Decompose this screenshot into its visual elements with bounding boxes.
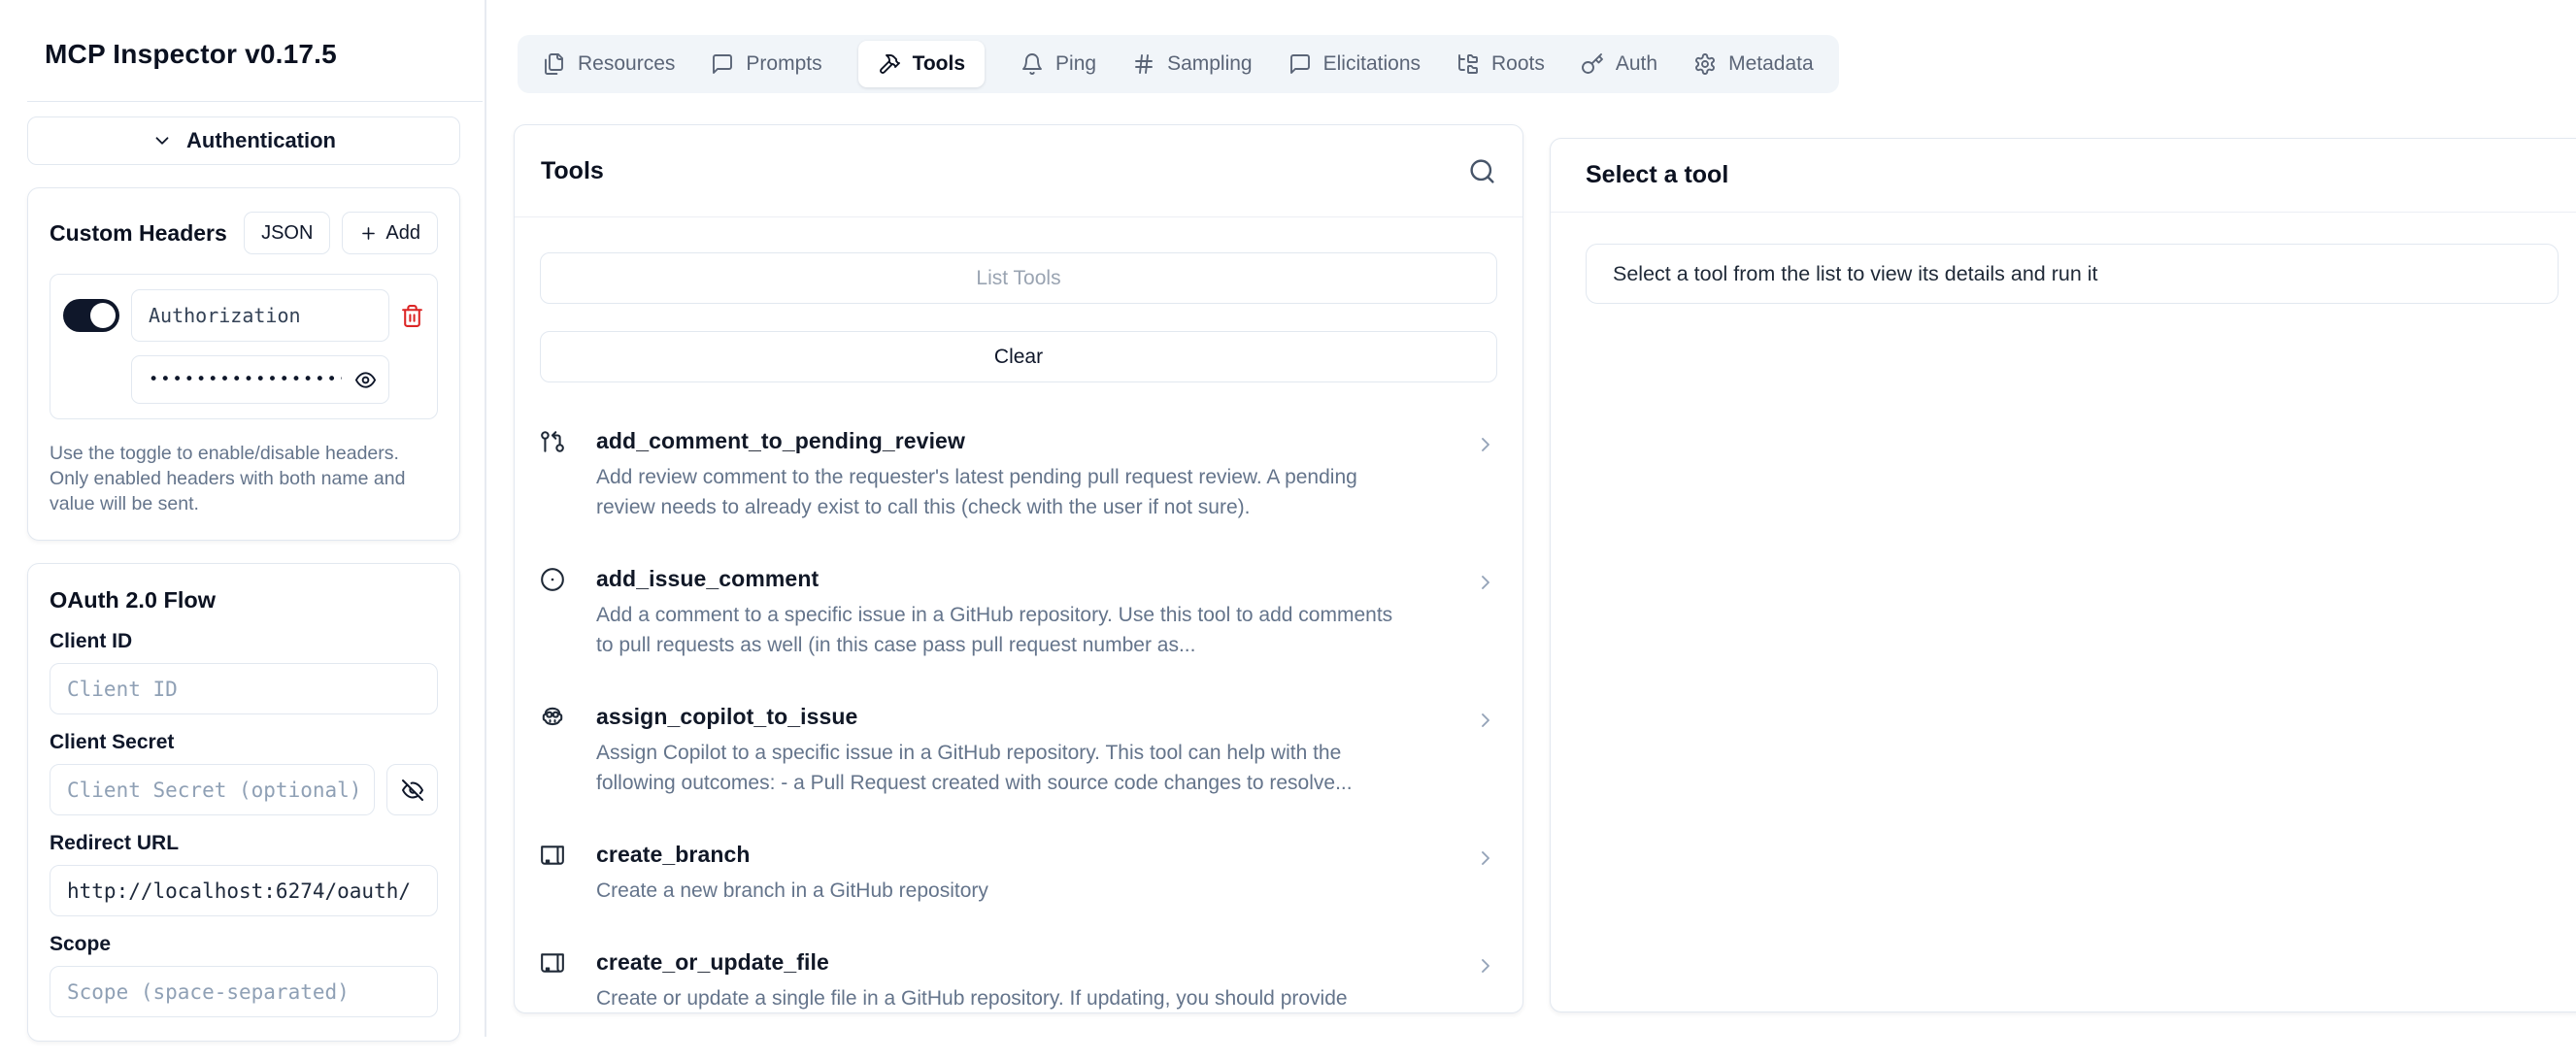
add-header-button[interactable]: Add: [342, 212, 438, 254]
tab-label: Elicitations: [1323, 52, 1421, 76]
chevron-right-icon: [1474, 954, 1497, 978]
tab-label: Metadata: [1728, 52, 1814, 76]
tab-label: Tools: [913, 52, 965, 76]
tab-metadata[interactable]: Metadata: [1693, 41, 1814, 87]
redirect-url-input[interactable]: [50, 865, 438, 916]
tab-tools[interactable]: Tools: [858, 41, 985, 87]
tab-auth[interactable]: Auth: [1581, 41, 1657, 87]
book-icon: [540, 843, 565, 868]
tool-list-item[interactable]: add_issue_comment Add a comment to a spec…: [540, 566, 1497, 660]
trash-icon[interactable]: [400, 304, 424, 328]
list-tools-button[interactable]: List Tools: [540, 252, 1497, 304]
tool-name: add_issue_comment: [596, 566, 1412, 592]
tab-prompts[interactable]: Prompts: [711, 41, 821, 87]
tab-roots[interactable]: Roots: [1456, 41, 1545, 87]
tab-label: Resources: [578, 52, 675, 76]
tab-label: Auth: [1616, 52, 1657, 76]
search-icon[interactable]: [1468, 157, 1496, 185]
tool-details-panel: Select a tool Select a tool from the lis…: [1550, 138, 2576, 1012]
tool-description: Create or update a single file in a GitH…: [596, 983, 1348, 1013]
tool-description: Assign Copilot to a specific issue in a …: [596, 738, 1412, 798]
plus-icon: [359, 224, 378, 243]
circle-dot-icon: [540, 567, 565, 592]
tool-name: add_comment_to_pending_review: [596, 428, 1412, 454]
sidebar-content-divider: [485, 0, 486, 1037]
copilot-icon: [540, 705, 565, 730]
tool-list-item[interactable]: create_or_update_file Create or update a …: [540, 949, 1497, 1013]
headers-helper-text: Use the toggle to enable/disable headers…: [50, 441, 438, 516]
json-button[interactable]: JSON: [244, 212, 330, 254]
tab-bar: Resources Prompts Tools Ping Sampling Elicita…: [518, 35, 1839, 93]
tab-label: Sampling: [1167, 52, 1253, 76]
eye-off-icon[interactable]: [386, 764, 438, 815]
tab-label: Prompts: [746, 52, 821, 76]
tab-label: Roots: [1491, 52, 1545, 76]
header-row: [50, 274, 438, 419]
custom-headers-card: Custom Headers JSON Add: [27, 187, 460, 541]
hash-icon: [1132, 52, 1155, 76]
tool-list-item[interactable]: add_comment_to_pending_review Add review …: [540, 428, 1497, 522]
tab-sampling[interactable]: Sampling: [1132, 41, 1253, 87]
book-icon: [540, 950, 565, 976]
client-id-label: Client ID: [50, 630, 438, 653]
redirect-url-label: Redirect URL: [50, 832, 438, 855]
chevron-right-icon: [1474, 846, 1497, 870]
folder-tree-icon: [1456, 52, 1480, 76]
tab-ping[interactable]: Ping: [1020, 41, 1096, 87]
client-id-input[interactable]: [50, 663, 438, 714]
eye-icon[interactable]: [354, 369, 377, 391]
header-value-input[interactable]: [131, 355, 389, 404]
files-icon: [543, 52, 566, 76]
tool-description: Create a new branch in a GitHub reposito…: [596, 876, 988, 906]
tool-list-item[interactable]: assign_copilot_to_issue Assign Copilot to…: [540, 704, 1497, 798]
header-enabled-toggle[interactable]: [63, 299, 119, 332]
chevron-right-icon: [1474, 709, 1497, 732]
tool-list: add_comment_to_pending_review Add review …: [540, 428, 1497, 1013]
git-pull-request-icon: [540, 429, 565, 454]
scope-label: Scope: [50, 933, 438, 956]
empty-state-message: Select a tool from the list to view its …: [1586, 244, 2559, 304]
app-title: MCP Inspector v0.17.5: [45, 39, 460, 70]
header-name-input[interactable]: [131, 289, 389, 342]
message-square-icon: [1288, 52, 1312, 76]
tab-resources[interactable]: Resources: [543, 41, 675, 87]
tab-elicitations[interactable]: Elicitations: [1288, 41, 1421, 87]
authentication-collapse-button[interactable]: Authentication: [27, 116, 460, 165]
key-icon: [1581, 52, 1604, 76]
tool-description: Add review comment to the requester's la…: [596, 462, 1412, 522]
tool-list-item[interactable]: create_branch Create a new branch in a Gi…: [540, 842, 1497, 906]
tool-name: create_branch: [596, 842, 988, 868]
json-button-label: JSON: [261, 222, 313, 245]
message-square-icon: [711, 52, 734, 76]
add-header-label: Add: [385, 222, 420, 245]
tab-label: Ping: [1055, 52, 1096, 76]
tools-panel-title: Tools: [541, 157, 604, 185]
gear-icon: [1693, 52, 1717, 76]
details-panel-title: Select a tool: [1586, 161, 1728, 189]
scope-input[interactable]: [50, 966, 438, 1017]
authentication-label: Authentication: [186, 128, 336, 153]
client-secret-label: Client Secret: [50, 731, 438, 754]
chevron-right-icon: [1474, 571, 1497, 594]
oauth-card: OAuth 2.0 Flow Client ID Client Secret R…: [27, 563, 460, 1042]
client-secret-input[interactable]: [50, 764, 375, 815]
oauth-title: OAuth 2.0 Flow: [50, 587, 438, 613]
tool-name: assign_copilot_to_issue: [596, 704, 1412, 730]
sidebar: MCP Inspector v0.17.5 Authentication Cus…: [27, 0, 460, 1042]
hammer-icon: [878, 52, 901, 76]
tools-panel: Tools List Tools Clear add_comment_to_pe…: [514, 124, 1523, 1013]
tool-name: create_or_update_file: [596, 949, 1348, 976]
chevron-down-icon: [151, 130, 173, 151]
chevron-right-icon: [1474, 433, 1497, 456]
sidebar-divider: [27, 101, 483, 102]
tool-description: Add a comment to a specific issue in a G…: [596, 600, 1412, 660]
clear-button[interactable]: Clear: [540, 331, 1497, 382]
custom-headers-title: Custom Headers: [50, 220, 227, 247]
bell-icon: [1020, 52, 1044, 76]
